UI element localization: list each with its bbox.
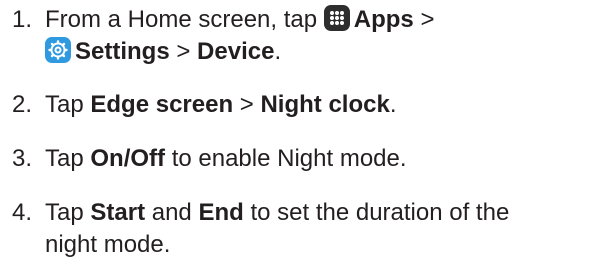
settings-label: Settings xyxy=(75,38,170,65)
apps-grid-icon xyxy=(323,5,350,31)
start-label: Start xyxy=(90,199,146,226)
step-text: Tap On/Off to enable Night mode. xyxy=(45,145,407,172)
night-clock-label: Night clock xyxy=(260,91,390,118)
step-number: 3. xyxy=(12,145,33,172)
step-number: 2. xyxy=(12,91,33,118)
step-number: 1. xyxy=(12,6,33,33)
end-label: End xyxy=(198,199,244,226)
step-text: Tap Edge screen > Night clock. xyxy=(45,91,397,118)
apps-label: Apps xyxy=(353,6,414,33)
device-label: Device xyxy=(197,38,275,65)
step-number: 4. xyxy=(12,199,33,226)
instruction-steps: 1. From a Home screen, tap Apps > Settin… xyxy=(0,0,611,278)
settings-gear-icon xyxy=(45,37,71,63)
edge-screen-label: Edge screen xyxy=(90,91,234,118)
step-text: Tap Start and End to set the duration of… xyxy=(45,199,510,258)
on-off-label: On/Off xyxy=(90,145,166,172)
step-text: From a Home screen, tap Apps > Settings … xyxy=(45,5,435,65)
